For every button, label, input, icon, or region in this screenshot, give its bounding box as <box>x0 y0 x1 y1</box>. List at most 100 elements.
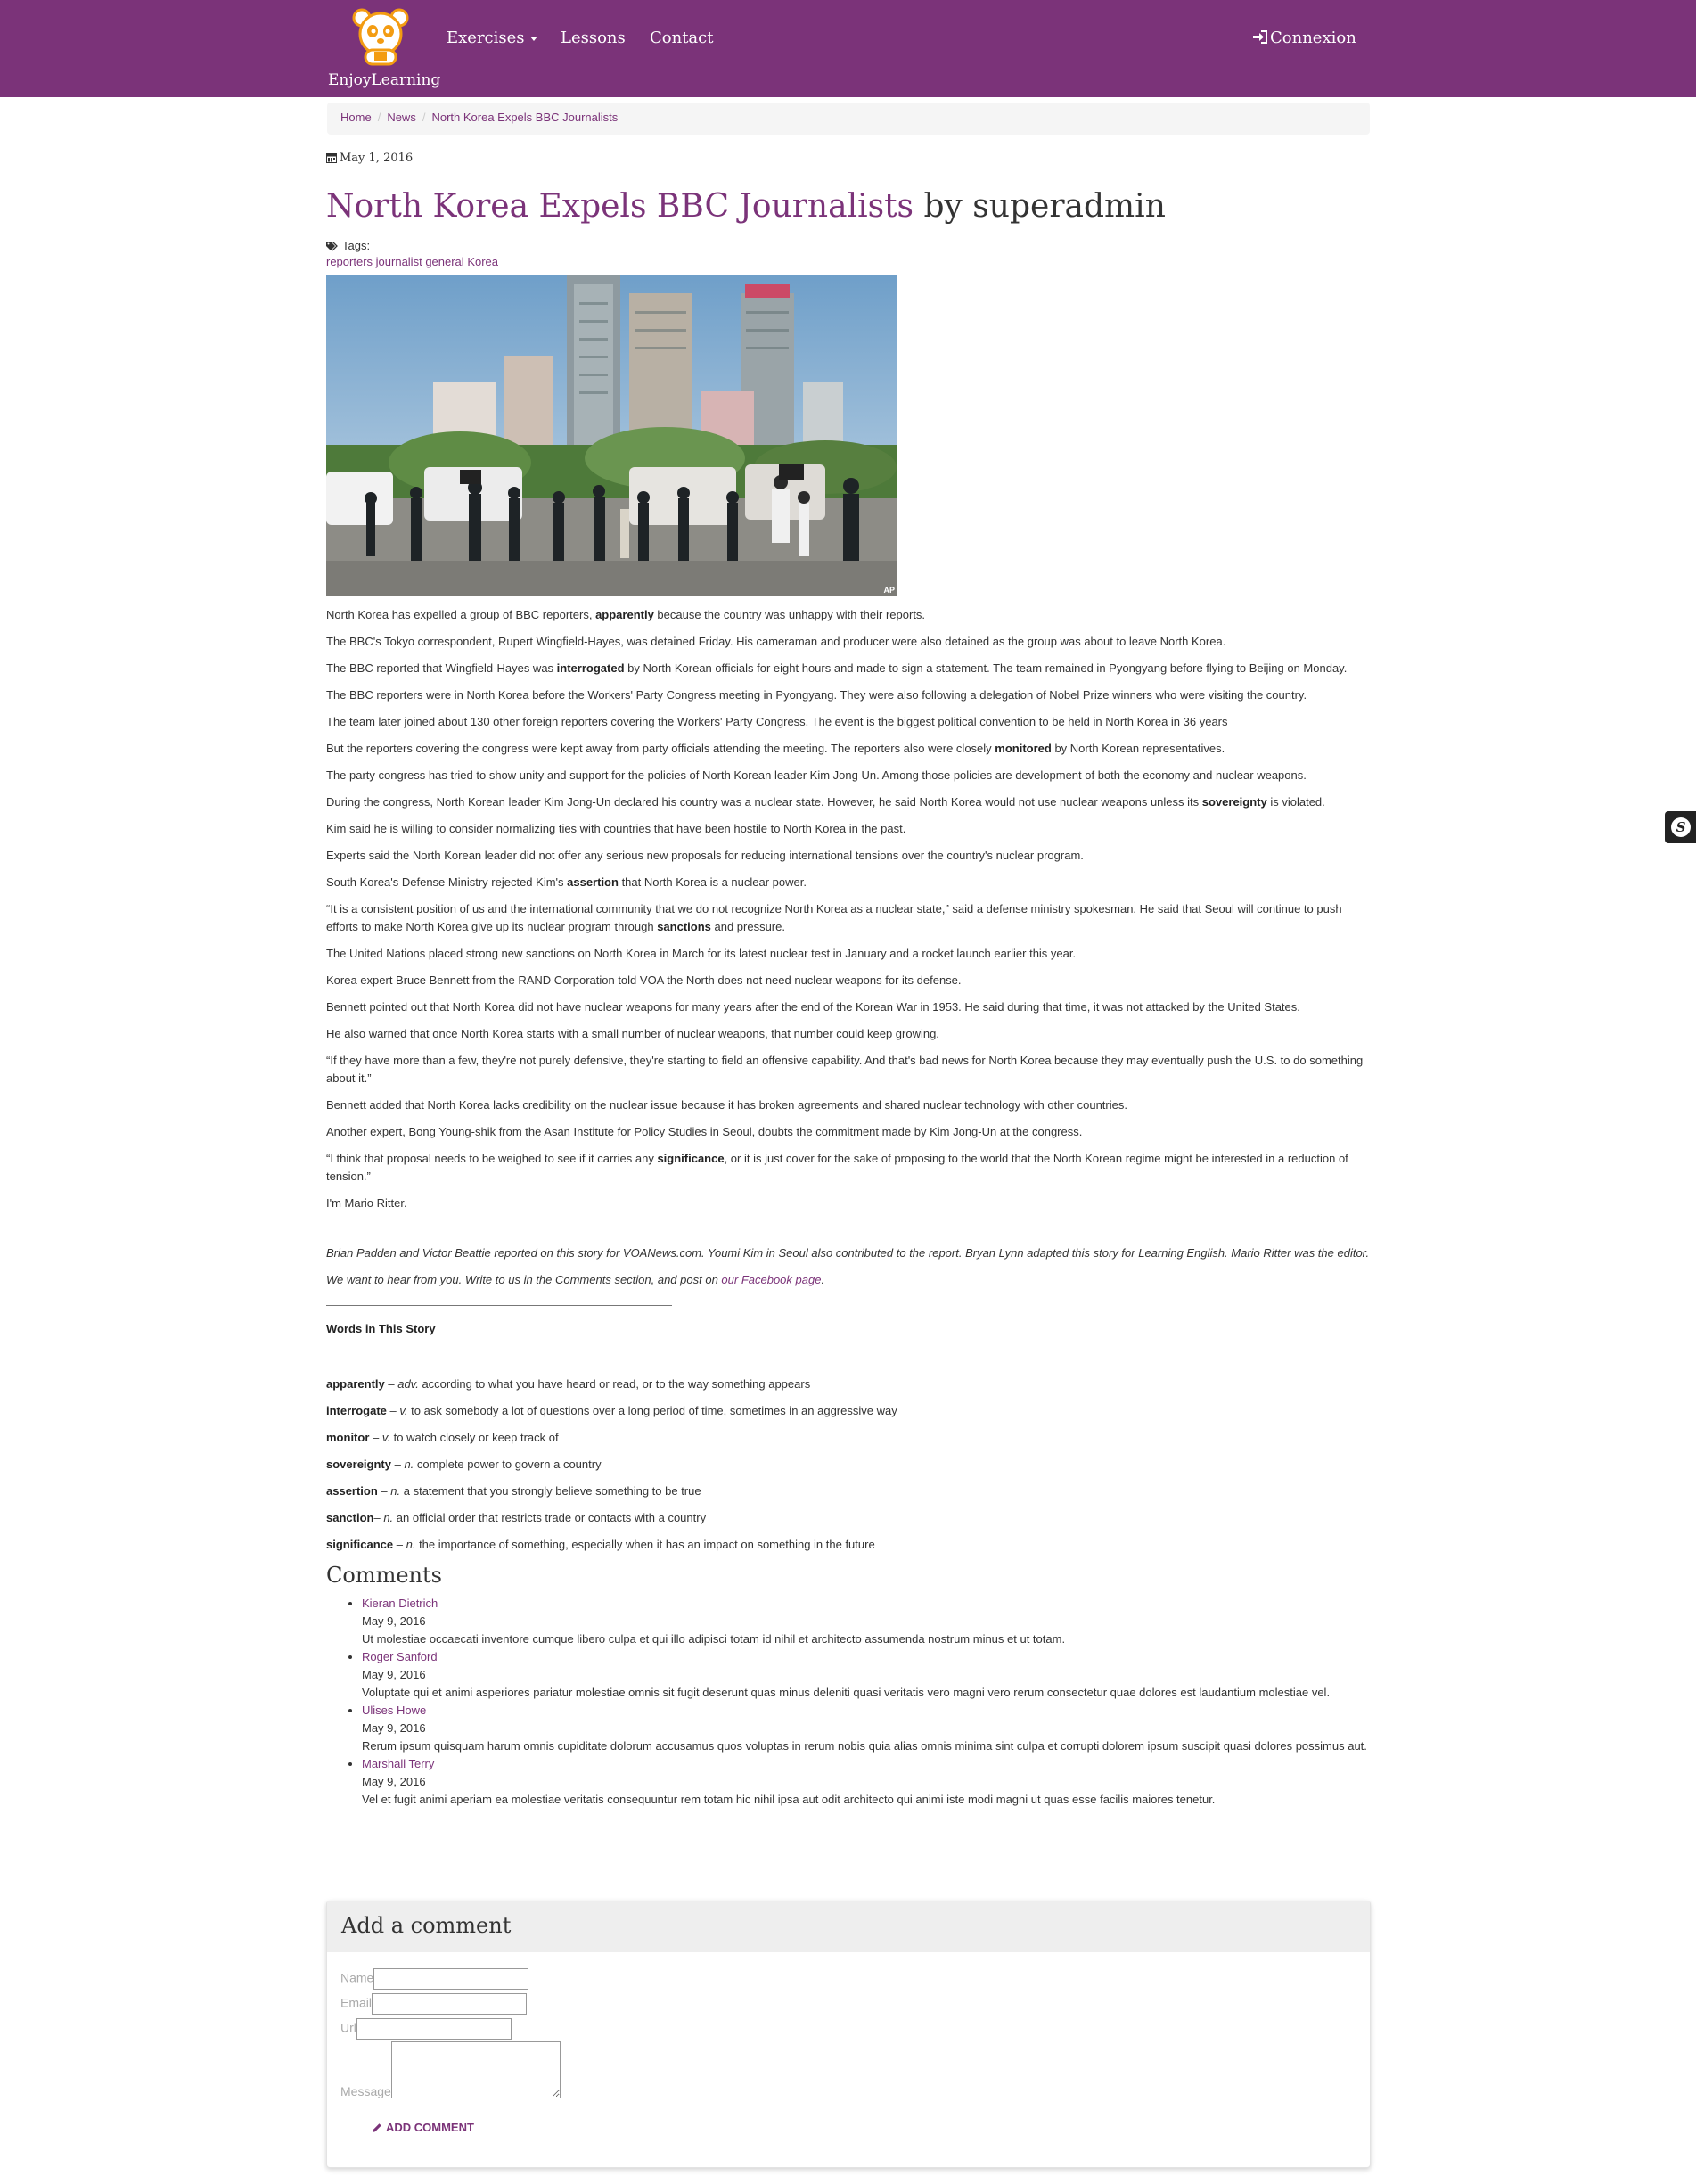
word-part-of-speech: n. <box>406 1538 416 1551</box>
symfony-icon: S <box>1671 817 1691 837</box>
article-paragraph: The party congress has tried to show uni… <box>326 767 1371 784</box>
comment-author-link[interactable]: Ulises Howe <box>362 1704 426 1717</box>
vocabulary-word: interrogated <box>556 661 625 675</box>
tags-label: Tags: <box>342 239 371 252</box>
breadcrumb-separator: / <box>422 111 426 124</box>
word-definition: to ask somebody a lot of questions over … <box>407 1404 897 1417</box>
panda-logo-icon <box>352 8 409 66</box>
word-separator: – <box>377 1484 391 1498</box>
name-label: Name <box>340 1970 374 1985</box>
article-paragraph: During the congress, North Korean leader… <box>326 793 1371 811</box>
article: May 1, 2016 North Korea Expels BBC Journ… <box>326 143 1371 1809</box>
paragraph-text: The party congress has tried to show uni… <box>326 768 1307 782</box>
word-definition: a statement that you strongly believe so… <box>400 1484 701 1498</box>
breadcrumb-current[interactable]: North Korea Expels BBC Journalists <box>431 111 618 124</box>
comment-date: May 9, 2016 <box>362 1614 426 1628</box>
tags-header: Tags: <box>326 239 1371 255</box>
post-date: May 1, 2016 <box>326 152 1371 169</box>
article-paragraph: Bennett added that North Korea lacks cre… <box>326 1096 1371 1114</box>
comment-list: Kieran Dietrich May 9, 2016 Ut molestiae o… <box>326 1595 1371 1809</box>
facebook-page-link[interactable]: our Facebook page <box>721 1273 821 1286</box>
word-term: assertion <box>326 1484 378 1498</box>
calendar-icon <box>326 153 337 163</box>
paragraph-text: Korea expert Bruce Bennett from the RAND… <box>326 973 962 987</box>
word-part-of-speech: v. <box>399 1404 408 1417</box>
paragraph-text: The BBC's Tokyo correspondent, Rupert Wi… <box>326 635 1226 648</box>
email-field[interactable] <box>372 1993 528 2015</box>
message-field[interactable] <box>390 2041 561 2098</box>
tags-icon <box>326 242 338 251</box>
tag-link[interactable]: Korea <box>467 255 498 268</box>
add-comment-label: Add comment <box>386 2121 474 2134</box>
nav-lessons-link[interactable]: Lessons <box>561 29 626 47</box>
word-separator: – <box>393 1538 406 1551</box>
paragraph-text: “It is a consistent position of us and t… <box>326 902 1342 933</box>
paragraph-text: I'm Mario Ritter. <box>326 1196 407 1210</box>
sign-in-icon <box>1253 30 1267 44</box>
word-definition: to watch closely or keep track of <box>390 1431 559 1444</box>
article-paragraph: Bennett pointed out that North Korea did… <box>326 998 1371 1016</box>
article-paragraph: Another expert, Bong Young-shik from the… <box>326 1123 1371 1141</box>
top-navbar: EnjoyLearning Exercises Lessons Contact … <box>0 0 1696 97</box>
article-paragraph: “It is a consistent position of us and t… <box>326 900 1371 936</box>
article-paragraph: The United Nations placed strong new san… <box>326 945 1371 963</box>
word-separator: – <box>386 1404 400 1417</box>
comment-date: May 9, 2016 <box>362 1721 426 1735</box>
name-row: Name <box>340 1968 529 1990</box>
name-field[interactable] <box>373 1968 529 1990</box>
tags-list: reporters journalist general Korea <box>326 255 1371 273</box>
comment-text: Vel et fugit animi aperiam ea molestiae … <box>362 1793 1216 1806</box>
caret-down-icon <box>529 36 537 41</box>
word-entry: apparently – adv. according to what you … <box>326 1375 1371 1393</box>
tag-link[interactable]: general <box>425 255 463 268</box>
word-term: apparently <box>326 1377 385 1391</box>
paragraph-text: North Korea has expelled a group of BBC … <box>326 608 596 621</box>
breadcrumb-home[interactable]: Home <box>340 111 372 124</box>
word-term: interrogate <box>326 1404 387 1417</box>
word-part-of-speech: n. <box>383 1511 394 1524</box>
word-separator: – <box>384 1377 398 1391</box>
paragraph-text: But the reporters covering the congress … <box>326 742 995 755</box>
word-definition: an official order that restricts trade o… <box>393 1511 707 1524</box>
word-definition: complete power to govern a country <box>414 1457 602 1471</box>
words-list: apparently – adv. according to what you … <box>326 1375 1371 1554</box>
word-part-of-speech: v. <box>381 1431 391 1444</box>
paragraph-text: South Korea's Defense Ministry rejected … <box>326 875 568 889</box>
url-label: Url <box>340 2020 356 2035</box>
tag-link[interactable]: journalist <box>376 255 422 268</box>
comment-author-link[interactable]: Kieran Dietrich <box>362 1597 438 1610</box>
tag-link[interactable]: reporters <box>326 255 373 268</box>
brand-link[interactable]: EnjoyLearning <box>328 7 440 93</box>
article-paragraph: The team later joined about 130 other fo… <box>326 713 1371 731</box>
article-title-link[interactable]: North Korea Expels BBC Journalists <box>326 188 914 225</box>
paragraph-text: Another expert, Bong Young-shik from the… <box>326 1125 1083 1138</box>
breadcrumb-news[interactable]: News <box>387 111 416 124</box>
comment-date: May 9, 2016 <box>362 1668 426 1681</box>
add-comment-button[interactable]: Add comment <box>366 2120 479 2135</box>
paragraph-text: The United Nations placed strong new san… <box>326 947 1077 960</box>
word-term: monitor <box>326 1431 370 1444</box>
feedback-prefix: We want to hear from you. Write to us in… <box>326 1273 722 1286</box>
comment-text: Ut molestiae occaecati inventore cumque … <box>362 1632 1066 1646</box>
paragraph-text: Experts said the North Korean leader did… <box>326 849 1084 862</box>
symfony-toolbar-toggle[interactable]: S <box>1665 811 1696 843</box>
word-term: sovereignty <box>326 1457 391 1471</box>
comment-item: Roger Sanford May 9, 2016 Voluptate qui et… <box>362 1648 1371 1702</box>
paragraph-text: “I think that proposal needs to be weigh… <box>326 1152 658 1165</box>
url-field[interactable] <box>356 2018 512 2040</box>
login-link[interactable]: Connexion <box>1253 29 1356 47</box>
vocabulary-word: significance <box>657 1152 725 1165</box>
comment-author-link[interactable]: Roger Sanford <box>362 1650 438 1663</box>
nav-exercises-dropdown[interactable]: Exercises <box>447 29 537 47</box>
paragraph-text: by North Korean representatives. <box>1051 742 1225 755</box>
add-comment-heading: Add a comment <box>327 1901 1370 1952</box>
vocabulary-word: sanctions <box>657 920 711 933</box>
paragraph-text: “If they have more than a few, they're n… <box>326 1054 1364 1085</box>
nav-contact-link[interactable]: Contact <box>650 29 713 47</box>
page-title: North Korea Expels BBC Journalists by su… <box>326 187 1371 226</box>
word-entry: monitor – v. to watch closely or keep tr… <box>326 1429 1371 1447</box>
breadcrumb-separator: / <box>377 111 381 124</box>
credits-text: Brian Padden and Victor Beattie reported… <box>326 1246 1370 1260</box>
word-part-of-speech: n. <box>404 1457 414 1471</box>
comment-author-link[interactable]: Marshall Terry <box>362 1757 434 1770</box>
